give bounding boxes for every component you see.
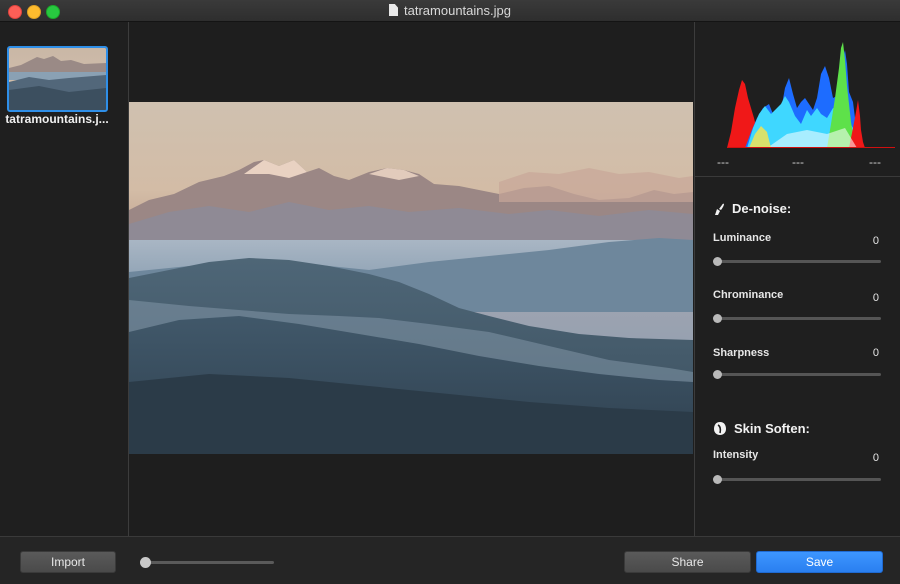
brush-icon xyxy=(715,203,724,215)
denoise-title-text: De-noise: xyxy=(732,201,792,216)
title-bar: tatramountains.jpg xyxy=(0,0,900,22)
sharpness-slider-knob[interactable] xyxy=(713,370,722,379)
save-button[interactable]: Save xyxy=(756,551,883,573)
skin-soften-title-text: Skin Soften: xyxy=(734,421,810,436)
zoom-slider-knob[interactable] xyxy=(140,557,151,568)
histogram-shadows-label: --- xyxy=(717,155,729,169)
sharpness-value: 0 xyxy=(872,347,879,359)
bottom-toolbar: Import Share Save xyxy=(0,536,900,584)
mountain-photo xyxy=(129,102,693,454)
zoom-slider[interactable] xyxy=(140,557,274,568)
panel-divider xyxy=(695,176,900,177)
histogram-highlights-label: --- xyxy=(869,155,881,169)
thumbnail-image xyxy=(9,48,106,110)
share-button[interactable]: Share xyxy=(624,551,751,573)
histogram xyxy=(727,42,895,148)
adjustments-panel: --- --- --- De-noise: Luminance 0 Chromi… xyxy=(694,22,900,536)
intensity-slider-knob[interactable] xyxy=(713,475,722,484)
image-list-sidebar: tatramountains.j... xyxy=(0,22,129,536)
chrominance-slider[interactable] xyxy=(713,314,881,323)
window-title-text: tatramountains.jpg xyxy=(404,3,511,18)
sharpness-slider[interactable] xyxy=(713,370,881,379)
skin-soften-section-title: Skin Soften: xyxy=(713,421,810,436)
luminance-slider-knob[interactable] xyxy=(713,257,722,266)
sharpness-label: Sharpness xyxy=(713,347,770,359)
import-button[interactable]: Import xyxy=(20,551,116,573)
luminance-value: 0 xyxy=(872,235,879,247)
denoise-section-title: De-noise: xyxy=(713,201,791,216)
image-thumbnail[interactable] xyxy=(7,46,108,112)
intensity-slider[interactable] xyxy=(713,475,881,484)
chrominance-value: 0 xyxy=(872,292,879,304)
chrominance-label: Chrominance xyxy=(713,289,784,301)
window-title: tatramountains.jpg xyxy=(0,0,900,21)
face-icon xyxy=(714,422,726,435)
image-canvas[interactable] xyxy=(129,22,693,536)
thumbnail-label: tatramountains.j... xyxy=(5,112,109,126)
intensity-label: Intensity xyxy=(713,449,759,461)
histogram-midtones-label: --- xyxy=(792,155,804,169)
intensity-value: 0 xyxy=(872,452,879,464)
document-icon xyxy=(389,4,399,16)
chrominance-slider-knob[interactable] xyxy=(713,314,722,323)
luminance-label: Luminance xyxy=(713,232,772,244)
luminance-slider[interactable] xyxy=(713,257,881,266)
